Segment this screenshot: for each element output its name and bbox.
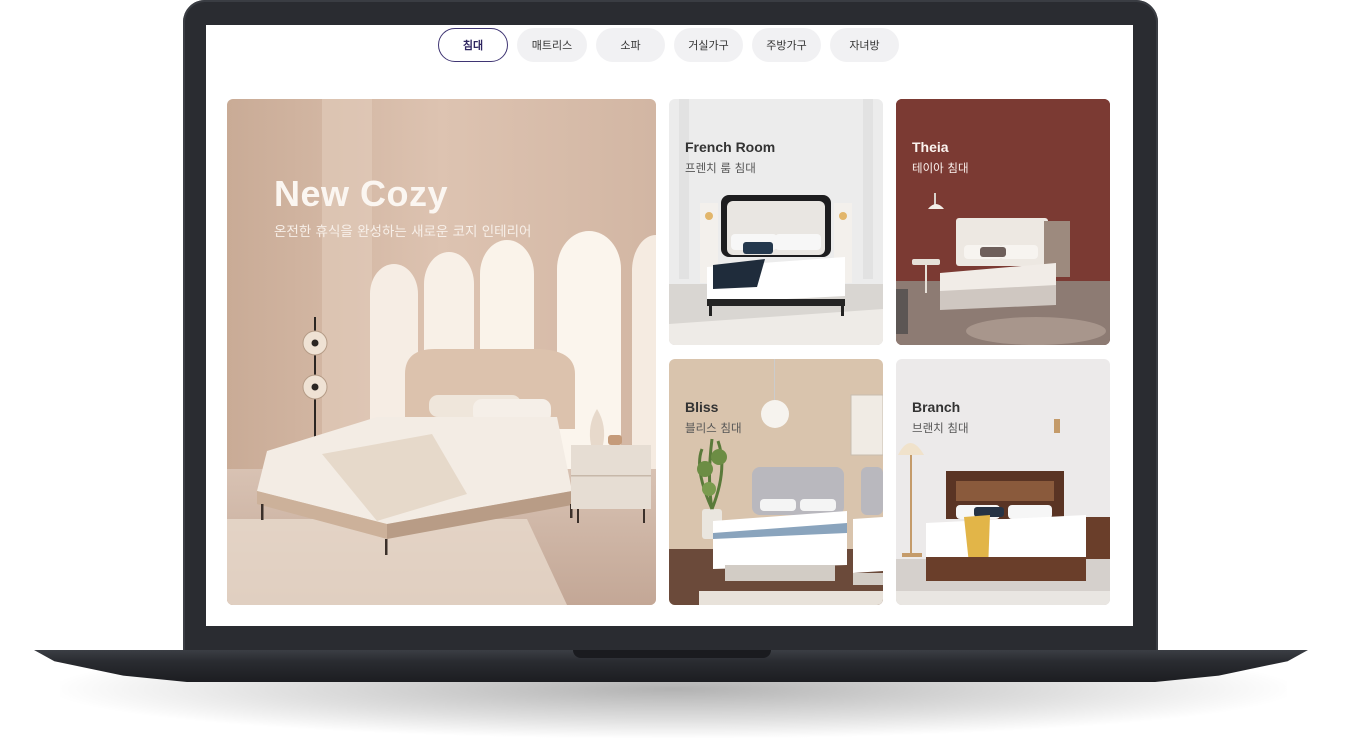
product-title: Branch: [912, 399, 961, 415]
product-card-bliss[interactable]: Bliss 블리스 침대: [669, 359, 883, 605]
tab-mattress[interactable]: 매트리스: [517, 28, 587, 62]
tab-kids-room[interactable]: 자녀방: [830, 28, 899, 62]
product-card-branch[interactable]: Branch 브랜치 침대: [896, 359, 1110, 605]
product-card-french-room[interactable]: French Room 프렌치 룸 침대: [669, 99, 883, 345]
category-tabs: 침대 매트리스 소파 거실가구 주방가구 자녀방: [438, 28, 899, 62]
product-subtitle: 프렌치 룸 침대: [685, 161, 756, 175]
product-subtitle: 테이아 침대: [912, 161, 969, 175]
product-card-theia[interactable]: Theia 테이아 침대: [896, 99, 1110, 345]
theia-bed-image: [896, 99, 1110, 345]
branch-bed-image: [896, 359, 1110, 605]
product-subtitle: 브랜치 침대: [912, 421, 969, 435]
laptop-notch: [573, 650, 771, 658]
tab-living-room[interactable]: 거실가구: [674, 28, 743, 62]
tab-sofa[interactable]: 소파: [596, 28, 665, 62]
product-title: French Room: [685, 139, 776, 155]
product-title: Bliss: [685, 399, 719, 415]
french-room-bed-image: [669, 99, 883, 345]
tab-bed[interactable]: 침대: [438, 28, 508, 62]
bliss-bed-image: [669, 359, 883, 605]
product-title: Theia: [912, 139, 949, 155]
hero-subtitle: 온전한 휴식을 완성하는 새로운 코지 인테리어: [274, 224, 532, 240]
tab-kitchen[interactable]: 주방가구: [752, 28, 821, 62]
hero-banner-new-cozy[interactable]: New Cozy 온전한 휴식을 완성하는 새로운 코지 인테리어: [227, 99, 656, 605]
product-subtitle: 블리스 침대: [685, 421, 742, 435]
laptop-screen: 침대 매트리스 소파 거실가구 주방가구 자녀방 New Cozy 온전한 휴식…: [206, 25, 1133, 626]
hero-title: New Cozy: [274, 173, 449, 214]
